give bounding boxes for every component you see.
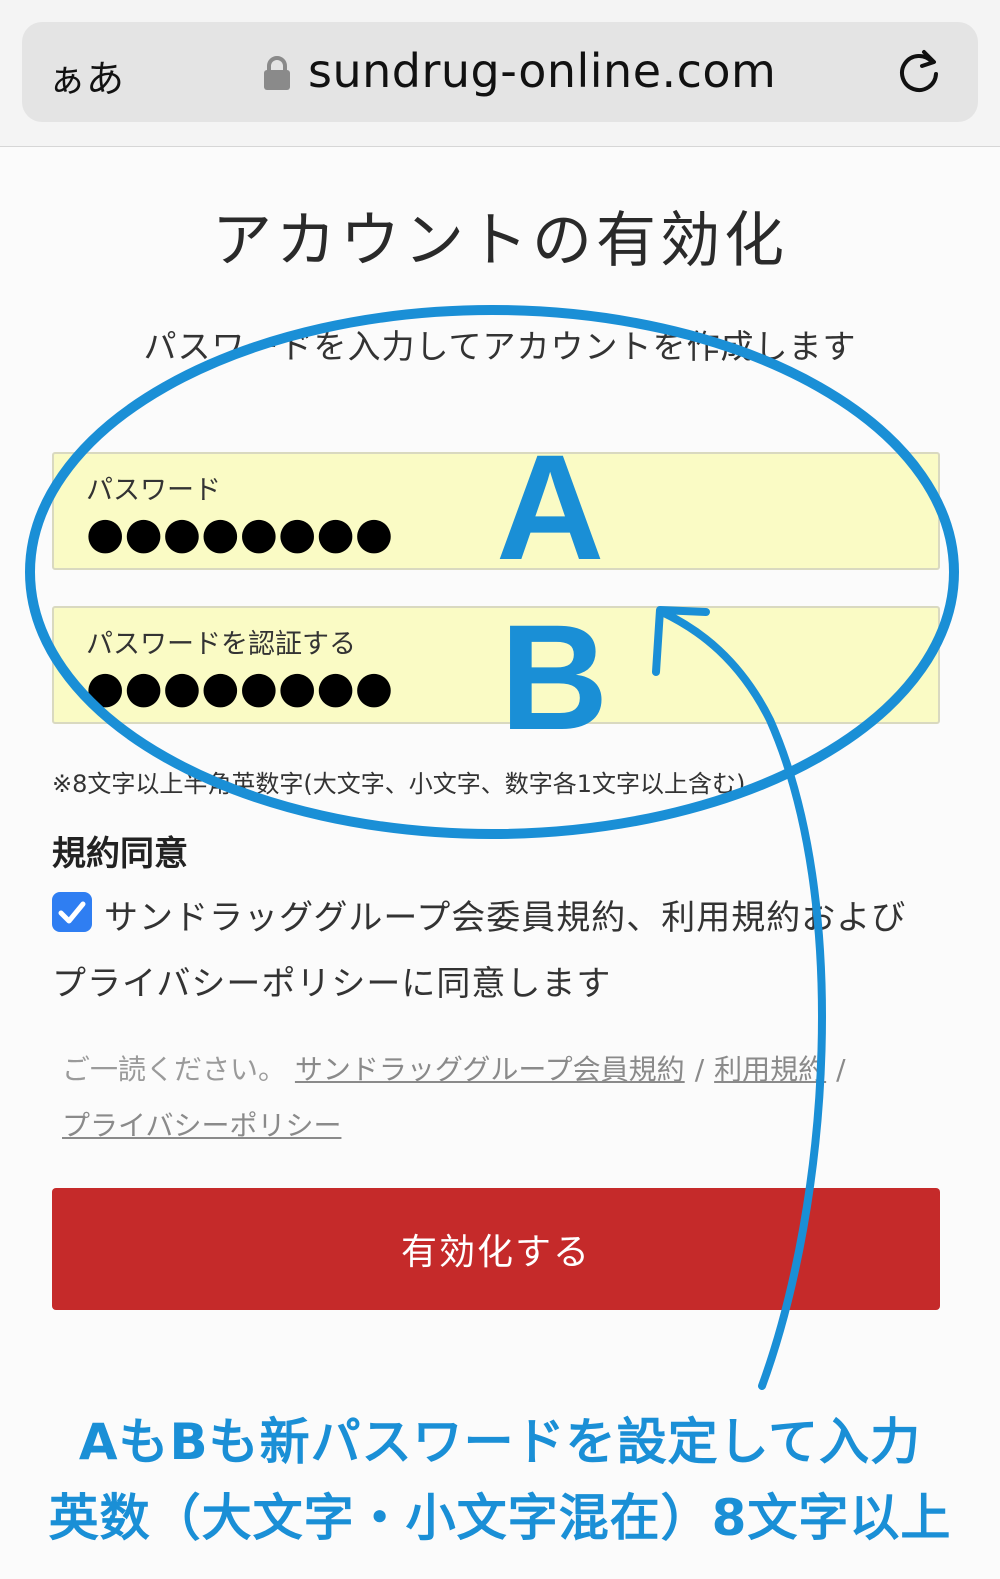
url-text[interactable]: sundrug-online.com [308, 44, 776, 98]
page-lead-text: パスワードを入力してアカウントを作成します [143, 327, 857, 366]
annotation-letter-b: B [500, 593, 609, 761]
annotation-ellipse [25, 305, 959, 839]
link-separator: / [694, 1053, 705, 1086]
agreement-checkbox[interactable] [52, 892, 92, 932]
annotation-caption-line1: AもBも新パスワードを設定して入力 [78, 1413, 922, 1471]
terms-of-use-link[interactable]: 利用規約 [714, 1053, 826, 1086]
password-label: パスワード [86, 475, 221, 506]
annotation-caption-line2: 英数（大文字・小文字混在）8文字以上 [48, 1489, 952, 1547]
checkmark-icon [58, 901, 86, 924]
agreement-text-line1[interactable]: サンドラッググループ会委員規約、利用規約および [104, 890, 906, 939]
member-terms-link[interactable]: サンドラッググループ会員規約 [295, 1053, 685, 1086]
browser-toolbar: ぁあ sundrug-online.com [0, 0, 1000, 147]
confirm-password-input-value[interactable]: ●●●●●●●● [86, 662, 393, 713]
confirm-password-label: パスワードを認証する [86, 629, 356, 660]
read-prompt: ご一読ください。 [62, 1053, 287, 1086]
password-requirements-hint: ※8文字以上半角英数字(大文字、小文字、数字各1文字以上含む) [52, 770, 746, 798]
privacy-policy-link[interactable]: プライバシーポリシー [62, 1109, 341, 1142]
annotation-letter-a: A [496, 423, 605, 591]
text-size-button[interactable]: ぁあ [48, 48, 124, 103]
terms-links: ご一読ください。 サンドラッググループ会員規約 / 利用規約 / プライバシーポリシー [62, 1042, 942, 1154]
activate-button[interactable]: 有効化する [52, 1188, 940, 1310]
reload-icon[interactable] [896, 48, 942, 94]
agreement-text-line2[interactable]: プライバシーポリシーに同意します [52, 956, 611, 1005]
password-input-value[interactable]: ●●●●●●●● [86, 508, 393, 559]
link-separator: / [836, 1053, 846, 1086]
page-title: アカウントの有効化 [212, 206, 788, 276]
agreement-heading: 規約同意 [52, 834, 188, 874]
lock-icon [264, 56, 290, 90]
confirm-password-field[interactable]: パスワードを認証する ●●●●●●●● [52, 606, 940, 724]
